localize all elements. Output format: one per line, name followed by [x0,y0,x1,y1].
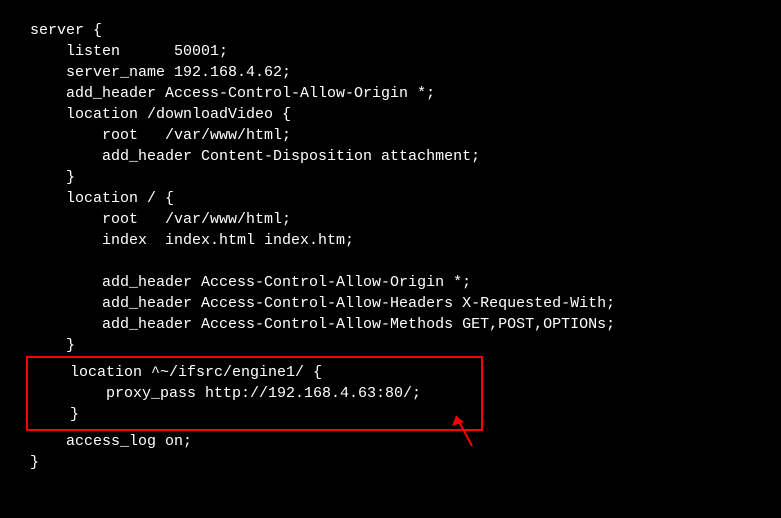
code-line: server_name 192.168.4.62; [30,64,291,81]
code-line: add_header Content-Disposition attachmen… [30,148,480,165]
code-line: } [30,169,75,186]
code-line: root /var/www/html; [30,211,291,228]
code-block: server { listen 50001; server_name 192.1… [30,20,781,356]
code-line: location /downloadVideo { [30,106,291,123]
highlight-box: location ^~/ifsrc/engine1/ { proxy_pass … [26,356,483,431]
code-line-highlight: proxy_pass http://192.168.4.63:80/; [34,385,421,402]
code-line: add_header Access-Control-Allow-Headers … [30,295,615,312]
code-line: add_header Access-Control-Allow-Origin *… [30,85,435,102]
code-line: } [30,337,75,354]
code-line-highlight: } [34,406,79,423]
code-line: location / { [30,190,174,207]
code-line: } [30,454,39,471]
code-line: root /var/www/html; [30,127,291,144]
code-line: add_header Access-Control-Allow-Origin *… [30,274,471,291]
code-line: server { [30,22,102,39]
code-block-continued: access_log on; } [30,431,781,473]
code-line: listen 50001; [30,43,228,60]
code-line: add_header Access-Control-Allow-Methods … [30,316,615,333]
code-line: access_log on; [30,433,192,450]
code-line: index index.html index.htm; [30,232,354,249]
code-line-highlight: location ^~/ifsrc/engine1/ { [34,364,475,381]
